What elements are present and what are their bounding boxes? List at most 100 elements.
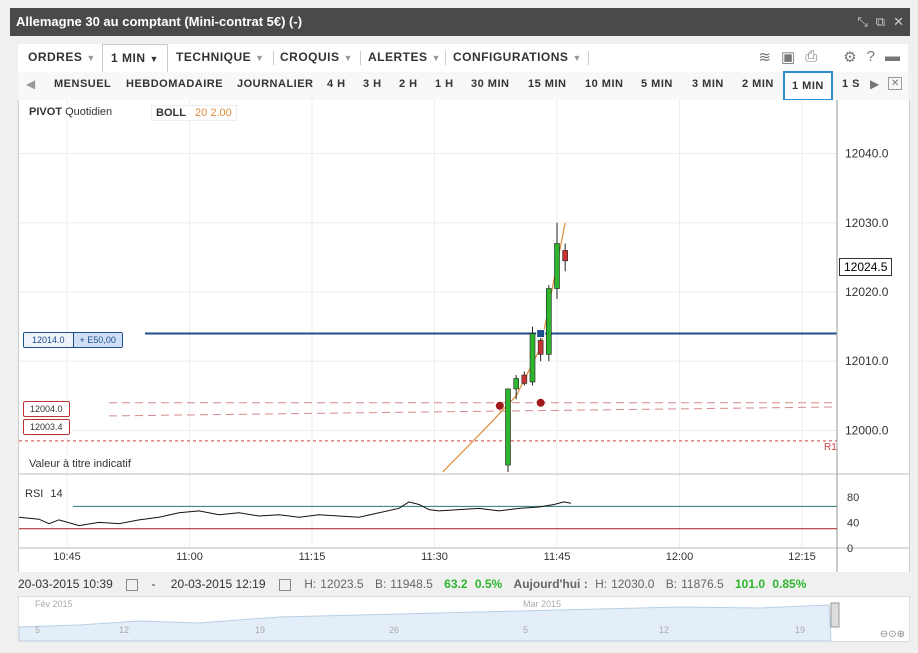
low-label: B: — [374, 577, 387, 591]
nav-day: 12 — [659, 625, 670, 635]
pivot-value: Quotidien — [65, 106, 113, 118]
tf-2min[interactable]: 2 MIN — [742, 78, 774, 90]
rsi-legend[interactable]: RSI 14 — [25, 488, 63, 500]
layers-icon[interactable]: ≋ — [758, 48, 771, 66]
image-icon[interactable]: ▣ — [781, 48, 795, 66]
menu-divider — [445, 51, 446, 65]
tf-2h[interactable]: 2 H — [399, 78, 418, 90]
order-price-tag[interactable]: 12014.0 + E50,00 — [23, 332, 123, 348]
close-tf-icon[interactable]: ✕ — [888, 77, 903, 90]
boll-legend[interactable]: BOLL 20 2.00 — [151, 105, 237, 121]
print-icon[interactable]: ⎙ — [805, 48, 817, 66]
calendar-icon[interactable] — [126, 578, 139, 591]
tf-4h[interactable]: 4 H — [327, 78, 346, 90]
chevron-down-icon: ▼ — [86, 53, 96, 63]
y-tick-label: 12040.0 — [845, 147, 889, 161]
today-high-label: H: — [595, 577, 608, 591]
pivot-label: PIVOT — [29, 106, 63, 118]
arrow-right-icon[interactable]: ▶ — [870, 77, 879, 91]
menu-alertes-label: ALERTES — [368, 50, 428, 64]
rsi-line — [19, 501, 572, 527]
tf-hebdomadaire[interactable]: HEBDOMADAIRE — [126, 78, 223, 90]
chevron-down-icon: ▼ — [149, 54, 159, 64]
x-tick-label: 11:15 — [299, 551, 326, 563]
r1-label: R1 — [824, 442, 837, 453]
title-bar: Allemagne 30 au comptant (Mini-contrat 5… — [10, 8, 910, 36]
trade-marker — [495, 401, 504, 410]
y-tick-label: 12020.0 — [845, 285, 889, 299]
chart-area[interactable]: 12000.0 12010.0 12020.0 12030.0 12040.0 80 40… — [18, 100, 910, 572]
zoom-controls-icon[interactable]: ⊖⊙⊕ — [880, 629, 905, 640]
chevron-down-icon: ▼ — [255, 53, 265, 63]
close-icon[interactable]: ✕ — [893, 14, 904, 30]
range-dash: - — [151, 577, 156, 591]
current-price-tag: 12024.5 — [839, 258, 893, 276]
candle-body — [505, 388, 511, 466]
menu-configurations[interactable]: CONFIGURATIONS ▼ — [453, 44, 582, 72]
x-tick-label: 12:15 — [788, 551, 816, 563]
navigator-handle[interactable] — [830, 602, 840, 628]
candle-body — [554, 243, 560, 289]
menu-technique-label: TECHNIQUE — [176, 50, 252, 64]
x-tick-label: 12:00 — [666, 551, 694, 563]
rsi-label: RSI — [25, 488, 44, 500]
chevron-down-icon: ▼ — [431, 53, 441, 63]
x-tick-label: 10:45 — [53, 551, 81, 563]
menu-interval[interactable]: 1 MIN ▼ — [102, 44, 168, 73]
nav-day: 19 — [255, 625, 266, 635]
nav-day: 26 — [389, 625, 400, 635]
tf-1s[interactable]: 1 S — [842, 78, 860, 90]
timeframe-bar: ◀ MENSUEL HEBDOMADAIRE JOURNALIER 4 H 3 … — [18, 71, 908, 101]
order-price: 12014.0 — [32, 335, 65, 345]
nav-day: 12 — [119, 625, 130, 635]
tf-1h[interactable]: 1 H — [435, 78, 454, 90]
x-tick-label: 11:00 — [176, 551, 203, 563]
tf-15min[interactable]: 15 MIN — [528, 78, 566, 90]
menu-technique[interactable]: TECHNIQUE ▼ — [176, 44, 265, 72]
menu-croquis[interactable]: CROQUIS ▼ — [280, 44, 353, 72]
level-tag-1[interactable]: 12004.0 — [23, 401, 70, 417]
today-low: 11876.5 — [681, 577, 724, 591]
boll-label: BOLL — [156, 107, 186, 119]
nav-month-2: Mar 2015 — [523, 599, 562, 609]
tf-1min[interactable]: 1 MIN — [783, 71, 833, 101]
pivot-legend[interactable]: PIVOT Quotidien — [25, 105, 117, 119]
tf-3h[interactable]: 3 H — [363, 78, 382, 90]
candle-body — [562, 250, 568, 262]
today-low-label: B: — [665, 577, 678, 591]
level-tag-2[interactable]: 12003.4 — [23, 419, 70, 435]
change-value: 63.2 — [444, 577, 468, 591]
menu-divider — [360, 51, 361, 65]
status-bar: 20-03-2015 10:39 - 20-03-2015 12:19 H: 12… — [18, 573, 908, 595]
boll-period: 20 — [195, 107, 208, 119]
tf-30min[interactable]: 30 MIN — [471, 78, 509, 90]
comment-icon[interactable]: ▬ — [885, 48, 900, 66]
boll-deviation: 2.00 — [210, 107, 232, 119]
help-icon[interactable]: ? — [867, 48, 875, 66]
chart-window: Allemagne 30 au comptant (Mini-contrat 5… — [0, 0, 918, 653]
low-value: 11948.5 — [390, 577, 433, 591]
tf-10min[interactable]: 10 MIN — [585, 78, 623, 90]
tf-5min[interactable]: 5 MIN — [641, 78, 673, 90]
calendar-icon[interactable] — [278, 578, 291, 591]
menu-configurations-label: CONFIGURATIONS — [453, 50, 569, 64]
arrow-left-icon[interactable]: ◀ — [26, 77, 35, 91]
x-tick-label: 11:30 — [421, 551, 448, 563]
tf-journalier[interactable]: JOURNALIER — [237, 78, 314, 90]
tf-3min[interactable]: 3 MIN — [692, 78, 724, 90]
navigator-area — [19, 604, 832, 641]
navigator-panel[interactable]: Fév 2015 Mar 2015 5 12 19 26 5 12 19 ⊖⊙⊕ — [18, 596, 910, 642]
window-title: Allemagne 30 au comptant (Mini-contrat 5… — [16, 14, 303, 29]
candle-body — [537, 340, 544, 355]
popout-icon[interactable]: ⧉ — [876, 14, 885, 30]
today-label: Aujourd'hui : — [513, 577, 588, 591]
tf-mensuel[interactable]: MENSUEL — [54, 78, 111, 90]
gear-icon[interactable]: ⚙ — [843, 48, 856, 66]
menu-alertes[interactable]: ALERTES ▼ — [368, 44, 441, 72]
expand-icon[interactable]: ⤡ — [857, 14, 867, 30]
chart-svg[interactable]: 12000.0 12010.0 12020.0 12030.0 12040.0 80 40… — [19, 100, 909, 572]
range-to: 20-03-2015 12:19 — [170, 577, 266, 591]
chevron-down-icon: ▼ — [572, 53, 582, 63]
today-high: 12030.0 — [611, 577, 655, 591]
menu-ordres[interactable]: ORDRES ▼ — [28, 44, 96, 72]
